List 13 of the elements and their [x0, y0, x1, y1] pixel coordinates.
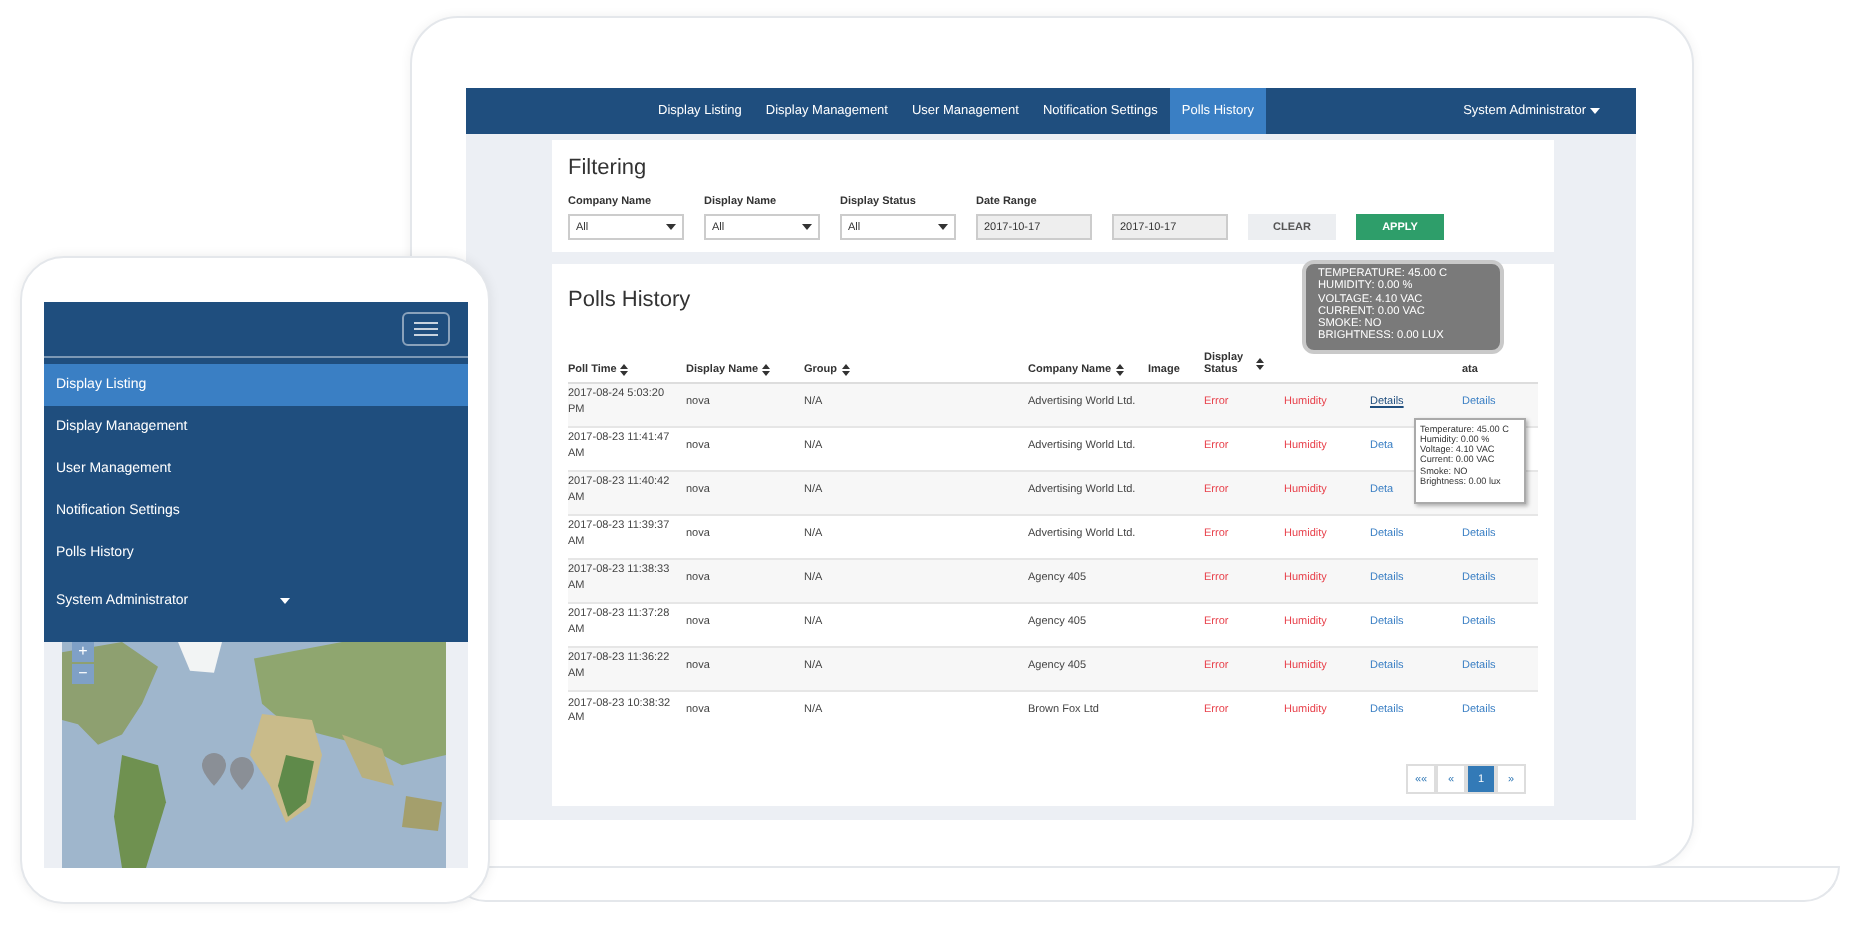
sort-icon[interactable] — [620, 363, 629, 375]
sort-icon[interactable] — [1115, 363, 1124, 375]
card-title: Polls History — [568, 288, 691, 312]
card-title: Filtering — [568, 156, 647, 180]
menu-button[interactable] — [402, 312, 450, 346]
caret-icon — [1590, 108, 1600, 114]
caret-icon — [938, 224, 948, 230]
sort-icon[interactable] — [1256, 357, 1264, 369]
sort-icon[interactable] — [841, 363, 849, 375]
caret-icon — [802, 224, 812, 230]
caret-icon — [666, 224, 676, 230]
caret-icon — [280, 597, 291, 603]
sort-icon[interactable] — [762, 363, 771, 375]
